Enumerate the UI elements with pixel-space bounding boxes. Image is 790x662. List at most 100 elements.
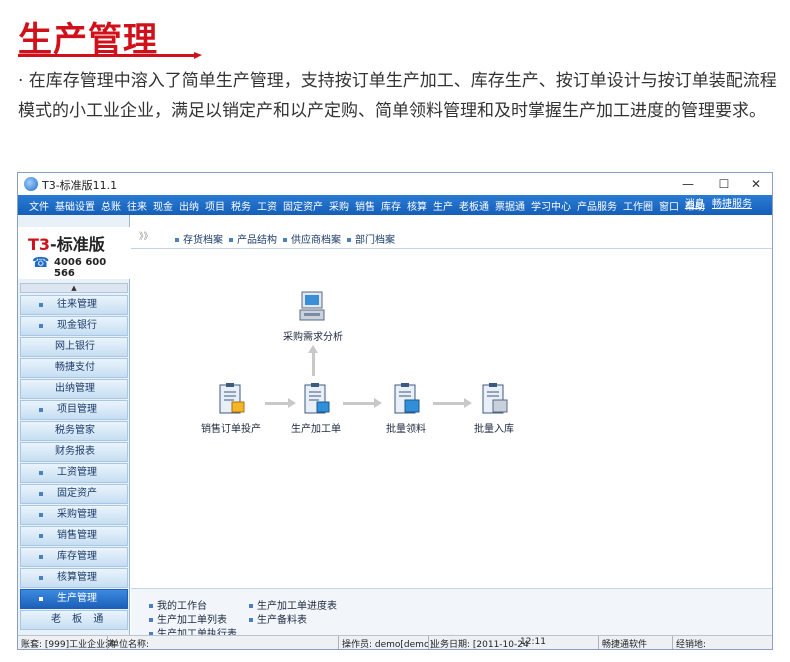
link-production-list[interactable]: 生产加工单列表 (149, 611, 227, 626)
scroll-up-button[interactable]: ▲ (20, 283, 128, 293)
link-production-progress[interactable]: 生产加工单进度表 (249, 597, 337, 612)
clipboard-icon (391, 382, 421, 416)
sidebar-item[interactable]: 销售管理 (20, 526, 128, 546)
node-production-order[interactable]: 生产加工单 (281, 382, 351, 435)
bullet-icon (39, 597, 43, 601)
tab-supplier-archive[interactable]: 供应商档案 (283, 231, 341, 246)
sidebar-item-label: 采购管理 (57, 509, 97, 520)
sidebar-item[interactable]: 税务管家 (20, 421, 128, 441)
sidebar-item-label: 往来管理 (57, 299, 97, 310)
sidebar-item[interactable]: 老 板 通 (20, 610, 128, 630)
sidebar-item[interactable]: 网上银行 (20, 337, 128, 357)
title-bar[interactable]: T3-标准版11.1 — ☐ ✕ (18, 173, 772, 195)
sidebar-nav: 往来管理现金银行网上银行畅捷支付出纳管理项目管理税务管家财务报表工资管理固定资产… (20, 295, 128, 631)
brand-prefix: T3 (28, 235, 51, 254)
node-batch-material[interactable]: 批量领料 (371, 382, 441, 435)
status-separator (672, 636, 673, 649)
brand-logo: T3-标准版 ☎ 4006 600 566 (18, 227, 130, 279)
node-batch-inbound[interactable]: 批量入库 (459, 382, 529, 435)
quick-links-bar: 》》 存货档案 产品结构 供应商档案 部门档案 (131, 227, 772, 249)
status-separator (428, 636, 429, 649)
close-button[interactable]: ✕ (738, 173, 772, 195)
node-label: 批量领料 (386, 424, 426, 435)
status-separator (107, 636, 108, 649)
sidebar-item-label: 畅捷支付 (55, 362, 95, 373)
link-material-prep[interactable]: 生产备料表 (249, 611, 307, 626)
sidebar-item[interactable]: 现金银行 (20, 316, 128, 336)
main-panel: 》》 存货档案 产品结构 供应商档案 部门档案 采购需求分析 销售订单投产 生产… (131, 215, 772, 640)
bullet-icon (39, 408, 43, 412)
sidebar-item[interactable]: 固定资产 (20, 484, 128, 504)
window-title: T3-标准版11.1 (42, 179, 118, 192)
bullet-icon (39, 534, 43, 538)
sidebar-item-label: 网上银行 (55, 341, 95, 352)
hotline-number: 4006 600 566 (54, 257, 107, 279)
node-label: 生产加工单 (291, 424, 341, 435)
app-window: T3-标准版11.1 — ☐ ✕ 文件 基础设置 总账 往来 现金 出纳 项目 税务 工资 固定资… (17, 172, 773, 650)
status-dealer: 经销地: (676, 640, 707, 650)
phone-icon: ☎ (32, 255, 50, 271)
sidebar-item[interactable]: 往来管理 (20, 295, 128, 315)
workflow-canvas: 采购需求分析 销售订单投产 生产加工单 批量领料 批量入库 (131, 250, 772, 588)
sidebar-item-label: 销售管理 (57, 530, 97, 541)
bullet-icon (39, 471, 43, 475)
status-operator: 操作员: demo[demo] (342, 640, 433, 650)
sidebar-item-label: 库存管理 (57, 551, 97, 562)
menubar-right: 消息 畅捷服务 (681, 195, 752, 215)
bullet-icon (39, 492, 43, 496)
node-label: 采购需求分析 (283, 332, 343, 343)
status-unit: 单位名称: (110, 640, 150, 650)
menu-bar: 文件 基础设置 总账 往来 现金 出纳 项目 税务 工资 固定资产 采购 销售 库存 核算 生产 老板通 票据通… (18, 195, 772, 215)
sidebar-item[interactable]: 出纳管理 (20, 379, 128, 399)
sidebar-item-label: 生产管理 (57, 593, 97, 604)
status-software: 畅捷通软件 (602, 640, 648, 650)
sidebar-item-label: 核算管理 (57, 572, 97, 583)
sidebar-item[interactable]: 项目管理 (20, 400, 128, 420)
node-purchase-analysis[interactable]: 采购需求分析 (278, 290, 348, 343)
link-my-workbench[interactable]: 我的工作台 (149, 597, 207, 612)
maximize-button[interactable]: ☐ (706, 173, 742, 195)
sidebar-item[interactable]: 采购管理 (20, 505, 128, 525)
sidebar-item-label: 老 板 通 (51, 614, 108, 625)
sidebar-item[interactable]: 库存管理 (20, 547, 128, 567)
bullet-icon (39, 303, 43, 307)
node-sales-order-production[interactable]: 销售订单投产 (191, 382, 271, 435)
sidebar: T3-标准版 ☎ 4006 600 566 ▲ 往来管理现金银行网上银行畅捷支付… (18, 215, 130, 635)
sidebar-item-label: 工资管理 (57, 467, 97, 478)
sidebar-item-label: 现金银行 (57, 320, 97, 331)
sidebar-item-label: 税务管家 (55, 425, 95, 436)
sidebar-item-label: 出纳管理 (55, 383, 95, 394)
brand-suffix: -标准版 (50, 235, 105, 254)
status-bar: 账套: [999]工业企业演 单位名称: 操作员: demo[demo] 业务日… (18, 635, 772, 650)
bullet-icon (39, 324, 43, 328)
sidebar-item[interactable]: 工资管理 (20, 463, 128, 483)
bullet-icon (39, 513, 43, 517)
title-underline (18, 52, 202, 59)
bullet-icon (39, 555, 43, 559)
sidebar-item-label: 财务报表 (55, 446, 95, 457)
clipboard-icon (301, 382, 331, 416)
clipboard-icon (479, 382, 509, 416)
tab-product-structure[interactable]: 产品结构 (229, 231, 277, 246)
clipboard-icon (216, 382, 246, 416)
service-link[interactable]: 畅捷服务 (712, 199, 752, 210)
tab-department-archive[interactable]: 部门档案 (347, 231, 395, 246)
expand-arrow-icon[interactable]: 》》 (139, 229, 153, 242)
sidebar-item[interactable]: 畅捷支付 (20, 358, 128, 378)
app-icon (24, 177, 38, 191)
section-description: · 在库存管理中溶入了简单生产管理，支持按订单生产加工、库存生产、按订单设计与按… (18, 71, 777, 121)
node-label: 批量入库 (474, 424, 514, 435)
sidebar-item[interactable]: 生产管理 (20, 589, 128, 609)
tab-inventory-archive[interactable]: 存货档案 (175, 231, 223, 246)
sidebar-item[interactable]: 核算管理 (20, 568, 128, 588)
messages-link[interactable]: 消息 (685, 199, 705, 210)
arrow-up (308, 345, 318, 376)
status-time: 12:11 (520, 637, 546, 647)
page-root: 生产管理 · 在库存管理中溶入了简单生产管理，支持按订单生产加工、库存生产、按订… (0, 0, 790, 662)
minimize-button[interactable]: — (670, 173, 706, 195)
brand-name: T3-标准版 (28, 231, 105, 255)
sidebar-item[interactable]: 财务报表 (20, 442, 128, 462)
bullet-icon (39, 576, 43, 580)
status-separator (338, 636, 339, 649)
sidebar-item-label: 项目管理 (57, 404, 97, 415)
